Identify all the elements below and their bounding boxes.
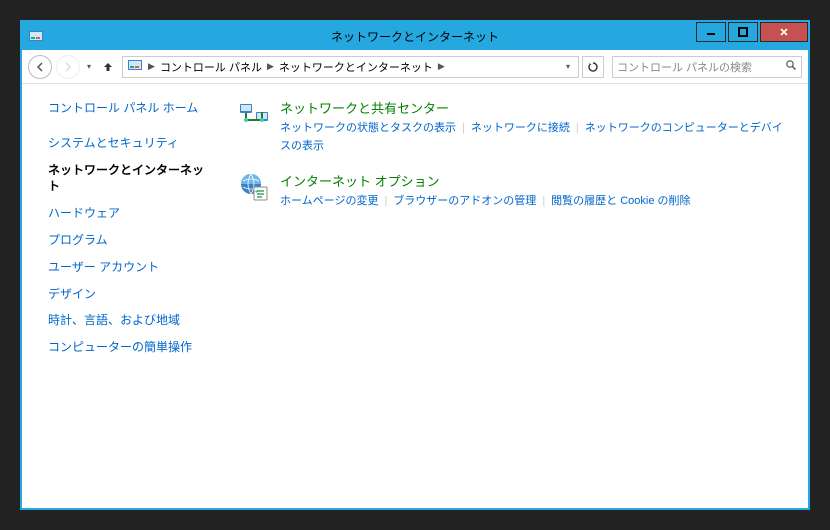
history-dropdown-icon[interactable]: ▾ [84,62,94,71]
divider: | [384,195,387,207]
control-panel-icon [28,28,44,44]
content-area: コントロール パネル ホーム システムとセキュリティネットワークとインターネット… [22,84,808,508]
internet-options-icon [238,171,270,203]
control-panel-window: ネットワークとインターネット ▾ [20,20,810,510]
sidebar-item[interactable]: デザイン [48,286,212,303]
sidebar-list: システムとセキュリティネットワークとインターネットハードウェアプログラムユーザー… [48,135,212,356]
forward-button[interactable] [56,55,80,79]
navigation-toolbar: ▾ ▶ コントロール パネル ▶ ネットワークとインターネット ▶ ▾ [22,50,808,84]
minimize-button[interactable] [696,22,726,42]
sidebar-item[interactable]: コンピューターの簡単操作 [48,339,212,356]
sidebar-home[interactable]: コントロール パネル ホーム [48,100,212,117]
address-dropdown-icon[interactable]: ▾ [562,62,574,71]
divider: | [462,122,465,134]
divider: | [542,195,545,207]
sublink[interactable]: 閲覧の履歴と Cookie の削除 [551,195,690,207]
sidebar-item[interactable]: ユーザー アカウント [48,259,212,276]
breadcrumb-item[interactable]: ネットワークとインターネット [279,59,433,75]
caption-buttons [696,22,808,50]
category: ネットワークと共有センターネットワークの状態とタスクの表示 | ネットワークに接続 |… [238,98,792,155]
sidebar: コントロール パネル ホーム システムとセキュリティネットワークとインターネット… [22,84,222,508]
chevron-right-icon[interactable]: ▶ [264,61,277,72]
divider: | [576,122,579,134]
sublink[interactable]: ネットワークに接続 [471,122,570,134]
address-bar[interactable]: ▶ コントロール パネル ▶ ネットワークとインターネット ▶ ▾ [122,56,579,78]
category-sublinks: ネットワークの状態とタスクの表示|ネットワークに接続|ネットワークのコンピュータ… [280,120,792,155]
chevron-right-icon[interactable]: ▶ [435,61,448,72]
sublink[interactable]: ブラウザーのアドオンの管理 [393,195,536,207]
sublink[interactable]: ネットワークの状態とタスクの表示 [280,122,456,134]
sidebar-item[interactable]: ハードウェア [48,205,212,222]
titlebar[interactable]: ネットワークとインターネット [22,22,808,50]
search-icon [785,59,797,74]
sidebar-item[interactable]: 時計、言語、および地域 [48,312,212,329]
close-button[interactable] [760,22,808,42]
network-sharing-icon [238,98,270,130]
category-sublinks: ホームページの変更 | ブラウザーのアドオンの管理 | 閲覧の履歴と Cookie の削… [280,193,792,211]
category: インターネット オプションホームページの変更 | ブラウザーのアドオンの管理 | 閲覧の… [238,171,792,211]
back-button[interactable] [28,55,52,79]
sidebar-item[interactable]: システムとセキュリティ [48,135,212,152]
window-title: ネットワークとインターネット [22,28,808,45]
main-panel: ネットワークと共有センターネットワークの状態とタスクの表示 | ネットワークに接続 |… [222,84,808,508]
up-button[interactable] [98,57,118,77]
category-title[interactable]: インターネット オプション [280,171,792,190]
search-input[interactable]: コントロール パネルの検索 [612,56,802,78]
category-title[interactable]: ネットワークと共有センター [280,98,792,117]
control-panel-icon [127,57,143,76]
maximize-button[interactable] [728,22,758,42]
sidebar-item[interactable]: プログラム [48,232,212,249]
sidebar-item[interactable]: ネットワークとインターネット [48,162,212,196]
search-placeholder: コントロール パネルの検索 [617,59,752,75]
sublink[interactable]: ホームページの変更 [280,195,378,207]
category-body: インターネット オプションホームページの変更 | ブラウザーのアドオンの管理 | 閲覧の… [280,171,792,211]
category-body: ネットワークと共有センターネットワークの状態とタスクの表示 | ネットワークに接続 |… [280,98,792,155]
chevron-right-icon[interactable]: ▶ [145,61,158,72]
refresh-button[interactable] [582,56,604,78]
breadcrumb-item[interactable]: コントロール パネル [160,59,262,75]
